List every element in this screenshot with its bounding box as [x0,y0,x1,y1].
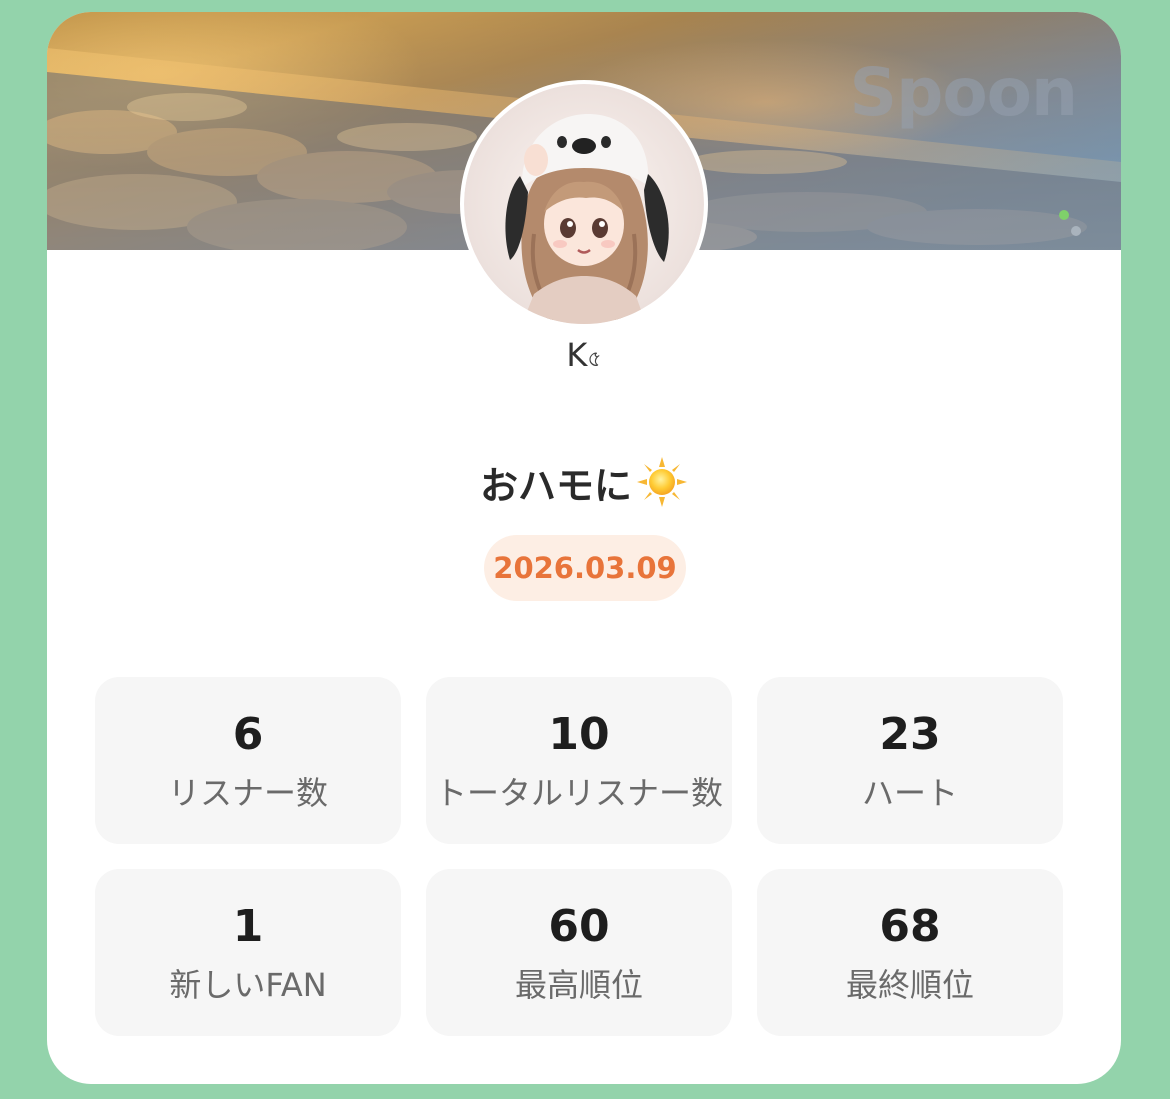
username-decoration: ৫ [587,347,602,372]
broadcast-summary-card: Spoon K৫ おハモに 2026.03.09 6 リスナー数 10 トータル… [47,12,1121,1084]
username-text: K [566,336,588,374]
stat-label: ハート [861,773,958,812]
avatar-illustration [464,84,704,324]
sun-icon [637,457,687,507]
stat-value: 68 [879,900,941,952]
status-dot-grey [1071,226,1081,236]
status-dot-green [1059,210,1069,220]
avatar[interactable] [464,84,704,324]
stat-card-hearts: 23 ハート [757,677,1063,844]
stat-card-final-rank: 68 最終順位 [757,869,1063,1036]
stat-label: 新しいFAN [169,965,327,1004]
stat-card-total-listeners: 10 トータルリスナー数 [426,677,732,844]
spoon-watermark-logo: Spoon [849,54,1078,131]
stat-card-highest-rank: 60 最高順位 [426,869,732,1036]
broadcast-date-badge: 2026.03.09 [484,535,686,601]
stat-value: 10 [548,708,610,760]
stat-card-new-fans: 1 新しいFAN [95,869,401,1036]
stat-label: トータルリスナー数 [434,773,723,812]
stat-label: 最終順位 [845,965,974,1004]
broadcast-title: おハモに [47,452,1121,512]
username: K৫ [47,336,1121,379]
stat-label: リスナー数 [167,773,328,812]
stat-value: 6 [232,708,264,760]
stat-value: 60 [548,900,610,952]
stat-value: 1 [232,900,264,952]
stat-card-listeners: 6 リスナー数 [95,677,401,844]
stat-value: 23 [879,708,941,760]
broadcast-title-text: おハモに [479,463,632,508]
stat-label: 最高順位 [514,965,643,1004]
stats-grid: 6 リスナー数 10 トータルリスナー数 23 ハート 1 新しいFAN 60 … [95,677,1063,1036]
